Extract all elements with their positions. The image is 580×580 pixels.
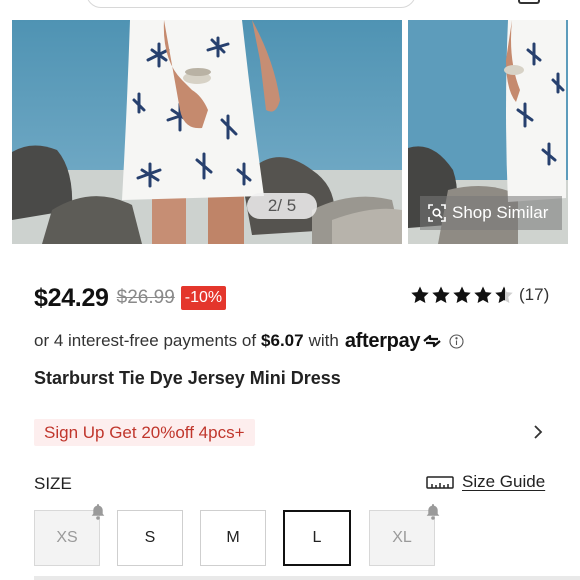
size-option-l[interactable]: L xyxy=(283,510,351,566)
size-option-label: L xyxy=(312,529,322,546)
rating[interactable]: (17) xyxy=(410,285,549,305)
search-input[interactable] xyxy=(86,0,416,8)
bell-icon xyxy=(91,504,105,520)
shop-similar-label: Shop Similar xyxy=(452,203,549,222)
star-icon xyxy=(474,286,492,303)
product-image-carousel[interactable]: 2/ 5 Shop Similar xyxy=(0,20,580,244)
bell-icon xyxy=(426,504,440,520)
discount-badge: -10% xyxy=(180,286,227,310)
visual-search-icon xyxy=(428,204,446,222)
ruler-icon xyxy=(426,476,454,489)
rating-stars xyxy=(410,285,514,305)
product-title: Starburst Tie Dye Jersey Mini Dress xyxy=(34,368,341,388)
camera-icon[interactable] xyxy=(518,0,540,4)
original-price: $26.99 xyxy=(116,287,175,308)
size-guide-label: Size Guide xyxy=(462,472,546,491)
afterpay-info[interactable]: or 4 interest-free payments of $6.07 wit… xyxy=(34,328,464,354)
page-indicator: 2/ 5 xyxy=(247,193,317,219)
star-icon xyxy=(432,286,450,303)
size-option-s[interactable]: S xyxy=(117,510,183,566)
size-option-label: XL xyxy=(392,529,412,546)
top-bar xyxy=(0,0,580,20)
size-options: XS S M L XL xyxy=(34,504,554,566)
size-label: SIZE xyxy=(34,474,72,493)
size-option-m[interactable]: M xyxy=(200,510,266,566)
installment-amount: $6.07 xyxy=(261,331,304,350)
size-option-label: S xyxy=(144,529,156,546)
afterpay-logo: afterpay xyxy=(344,329,421,352)
sale-price: $24.29 xyxy=(34,283,109,312)
half-star-icon xyxy=(495,286,513,303)
size-option-label: M xyxy=(226,529,240,546)
review-count: (17) xyxy=(519,285,550,304)
price-row: $24.29 $26.99 -10% xyxy=(34,282,227,314)
size-guide-link[interactable]: Size Guide xyxy=(426,472,545,492)
afterpay-text: or 4 interest-free payments of xyxy=(34,331,257,350)
afterpay-with: with xyxy=(308,331,339,350)
afterpay-arrows-icon xyxy=(423,334,441,348)
star-icon xyxy=(453,286,471,303)
divider xyxy=(34,576,580,580)
star-icon xyxy=(411,286,429,303)
promo-banner[interactable]: Sign Up Get 20%off 4pcs+ xyxy=(34,419,255,446)
chevron-right-icon[interactable] xyxy=(532,424,544,440)
shop-similar-button[interactable]: Shop Similar xyxy=(420,196,562,230)
info-icon[interactable] xyxy=(449,333,464,349)
size-option-label: XS xyxy=(56,529,78,546)
product-image-current[interactable] xyxy=(12,20,402,244)
